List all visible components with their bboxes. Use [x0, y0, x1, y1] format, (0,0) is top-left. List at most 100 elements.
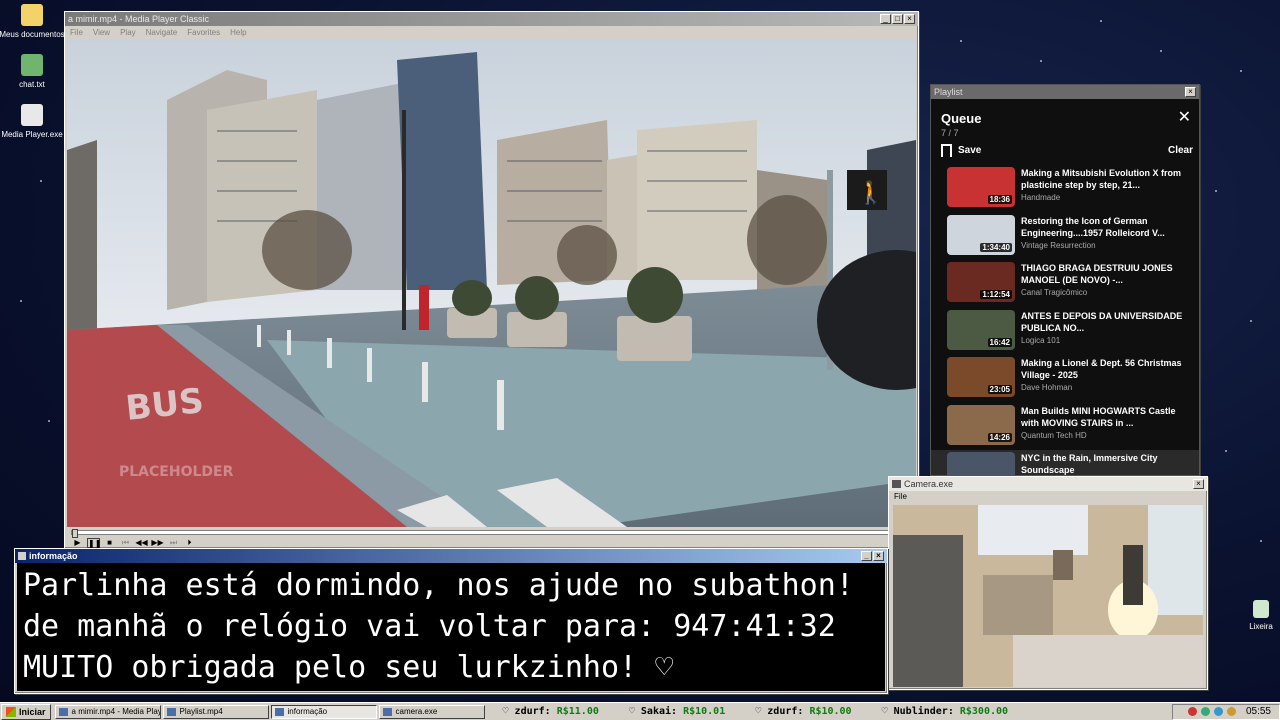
- clock: 05:55: [1245, 706, 1271, 717]
- media-player-window[interactable]: a mimir.mp4 - Media Player Classic _ □ ×…: [64, 11, 919, 549]
- close-icon[interactable]: ✕: [1178, 107, 1191, 127]
- menu-navigate[interactable]: Navigate: [146, 28, 178, 37]
- minimize-button[interactable]: _: [861, 551, 872, 561]
- channel-name: Handmade: [1021, 193, 1061, 202]
- ticker-entry: ♡ Sakai: R$10.01: [628, 705, 726, 717]
- pause-button[interactable]: ❚❚: [87, 538, 101, 548]
- task-camera[interactable]: camera.exe: [378, 704, 485, 719]
- queue-item[interactable]: NYC in the Rain, Immersive City Soundsca…: [931, 450, 1199, 475]
- seek-bar[interactable]: [71, 529, 911, 538]
- camera-titlebar[interactable]: Camera.exe ×: [889, 477, 1207, 491]
- ticker-entry: ♡ zdurf: R$11.00: [502, 705, 599, 717]
- camera-menu-file[interactable]: File: [889, 491, 1207, 502]
- ticker-entry: ♡ Nublinder: R$300.00: [881, 705, 1009, 717]
- close-button[interactable]: ×: [904, 14, 915, 24]
- queue-item[interactable]: 16:42 ANTES E DEPOIS DA UNIVERSIDADE PUBL…: [931, 308, 1199, 356]
- svg-text:🚶: 🚶: [857, 180, 884, 206]
- desktop-icon-media-player[interactable]: Media Player.exe: [0, 104, 67, 139]
- skip-back-icon[interactable]: ⏮: [119, 538, 132, 548]
- close-button[interactable]: ×: [1193, 479, 1204, 489]
- queue-item[interactable]: 23:05 Making a Lionel & Dept. 56 Christma…: [931, 355, 1199, 403]
- video-thumbnail: 1:34:40: [947, 214, 1015, 255]
- info-line-3: MUITO obrigada pelo seu lurkzinho! ♡: [23, 650, 674, 685]
- skip-forward-icon[interactable]: ⏭: [167, 538, 180, 548]
- tray-icon[interactable]: [1213, 707, 1223, 716]
- queue-item[interactable]: 14:26 Man Builds MINI HOGWARTS Castle wit…: [931, 403, 1199, 451]
- video-title: Making a Lionel & Dept. 56 Christmas Vil…: [1021, 358, 1182, 380]
- menu-view[interactable]: View: [93, 28, 110, 37]
- video-thumbnail: [947, 452, 1015, 475]
- ticker-entry: ♡ zdurf: R$10.00: [755, 705, 852, 717]
- tray-icon[interactable]: [1187, 707, 1197, 716]
- menu-play[interactable]: Play: [120, 28, 136, 37]
- clear-button[interactable]: Clear: [1168, 145, 1193, 156]
- maximize-button[interactable]: □: [892, 14, 903, 24]
- menu-bar: File View Play Navigate Favorites Help: [65, 26, 918, 38]
- close-button[interactable]: ×: [1185, 87, 1196, 97]
- start-label: Iniciar: [19, 706, 46, 717]
- video-thumbnail: 18:36: [947, 167, 1015, 207]
- desktop-icon-my-documents[interactable]: Meus documentos: [0, 4, 67, 39]
- close-button[interactable]: ×: [873, 551, 884, 561]
- notepad-icon: [21, 54, 43, 76]
- video-watermark: PLACEHOLDER: [119, 464, 234, 480]
- video-thumbnail: 1:12:54: [947, 262, 1015, 302]
- info-window[interactable]: informação _ × Parlinha está dormindo, n…: [14, 548, 888, 694]
- seek-thumb[interactable]: [72, 529, 78, 538]
- video-frame[interactable]: BUS 🚶 PLACEHOLDER: [67, 40, 916, 527]
- queue-item[interactable]: 1:34:40 Restoring the Icon of German Engi…: [931, 213, 1199, 261]
- menu-favorites[interactable]: Favorites: [187, 28, 220, 37]
- frame-step-button[interactable]: ⏵: [183, 538, 196, 548]
- start-button[interactable]: Iniciar: [1, 703, 51, 720]
- channel-name: Dave Hohman: [1021, 383, 1073, 392]
- forward-button[interactable]: ▶▶: [151, 538, 164, 548]
- playlist-window[interactable]: Playlist × Queue 7 / 7 ✕ Save Clear 18:3…: [930, 84, 1200, 476]
- window-title: a mimir.mp4 - Media Player Classic: [68, 14, 210, 24]
- task-informacao[interactable]: informação: [270, 704, 377, 719]
- save-button[interactable]: Save: [941, 144, 982, 161]
- queue-item[interactable]: 1:12:54 THIAGO BRAGA DESTRUIU JONES MANOE…: [931, 260, 1199, 308]
- video-title: Making a Mitsubishi Evolution X from pla…: [1021, 168, 1182, 190]
- donation-ticker: ♡ zdurf: R$11.00 ♡ Sakai: R$10.01 ♡ zdur…: [485, 705, 1172, 719]
- video-title: Restoring the Icon of German Engineering…: [1021, 215, 1165, 238]
- media-player-titlebar[interactable]: a mimir.mp4 - Media Player Classic _ □ ×: [65, 12, 918, 26]
- duration-badge: 16:42: [987, 337, 1012, 347]
- camera-window[interactable]: Camera.exe × File: [888, 476, 1208, 690]
- camera-app-icon: [892, 480, 901, 488]
- duration-badge: 14:26: [987, 432, 1012, 442]
- folder-icon: [21, 4, 43, 26]
- video-thumbnail: 16:42: [947, 309, 1015, 350]
- task-playlist[interactable]: Playlist.mp4: [162, 704, 269, 719]
- duration-badge: 23:05: [987, 385, 1012, 394]
- task-media-player[interactable]: a mimir.mp4 - Media Playe...: [54, 704, 161, 719]
- duration-badge: 1:12:54: [980, 290, 1012, 299]
- playback-controls: ▶ ❚❚ ■ ⏮ ◀◀ ▶▶ ⏭ ⏵ 🔈: [67, 528, 916, 548]
- save-label: Save: [958, 145, 982, 156]
- taskbar: Iniciar a mimir.mp4 - Media Playe... Pla…: [0, 702, 1280, 720]
- info-window-title: informação: [29, 551, 78, 561]
- menu-help[interactable]: Help: [230, 28, 246, 37]
- stop-button[interactable]: ■: [103, 538, 116, 548]
- video-title: NYC in the Rain, Immersive City Soundsca…: [1021, 453, 1158, 475]
- tray-icon[interactable]: [1200, 707, 1210, 716]
- queue-item[interactable]: 18:36 Making a Mitsubishi Evolution X fro…: [931, 165, 1199, 213]
- minimize-button[interactable]: _: [880, 14, 891, 24]
- desktop-icon-recycle-bin[interactable]: Lixeira: [1226, 600, 1280, 631]
- desktop-icon-chat-txt[interactable]: chat.txt: [0, 54, 67, 89]
- bookmark-icon: [941, 144, 952, 161]
- channel-name: Vintage Resurrection: [1021, 240, 1096, 250]
- rewind-button[interactable]: ◀◀: [135, 538, 148, 548]
- menu-file[interactable]: File: [70, 28, 83, 37]
- system-tray: 05:55: [1172, 703, 1280, 720]
- video-title: THIAGO BRAGA DESTRUIU JONES MANOEL (DE N…: [1021, 263, 1173, 285]
- queue-count: 7 / 7: [941, 128, 959, 138]
- duration-badge: 18:36: [987, 195, 1012, 204]
- video-title: Man Builds MINI HOGWARTS Castle with MOV…: [1021, 405, 1176, 428]
- info-titlebar[interactable]: informação _ ×: [15, 549, 887, 563]
- info-line-1: Parlinha está dormindo, nos ajude no sub…: [23, 568, 854, 603]
- tray-icon[interactable]: [1226, 707, 1236, 716]
- play-button[interactable]: ▶: [71, 538, 84, 548]
- queue-title: Queue: [941, 111, 982, 126]
- playlist-titlebar[interactable]: Playlist ×: [931, 85, 1199, 99]
- queue-panel: Queue 7 / 7 ✕ Save Clear 18:36 Making a M…: [931, 99, 1199, 475]
